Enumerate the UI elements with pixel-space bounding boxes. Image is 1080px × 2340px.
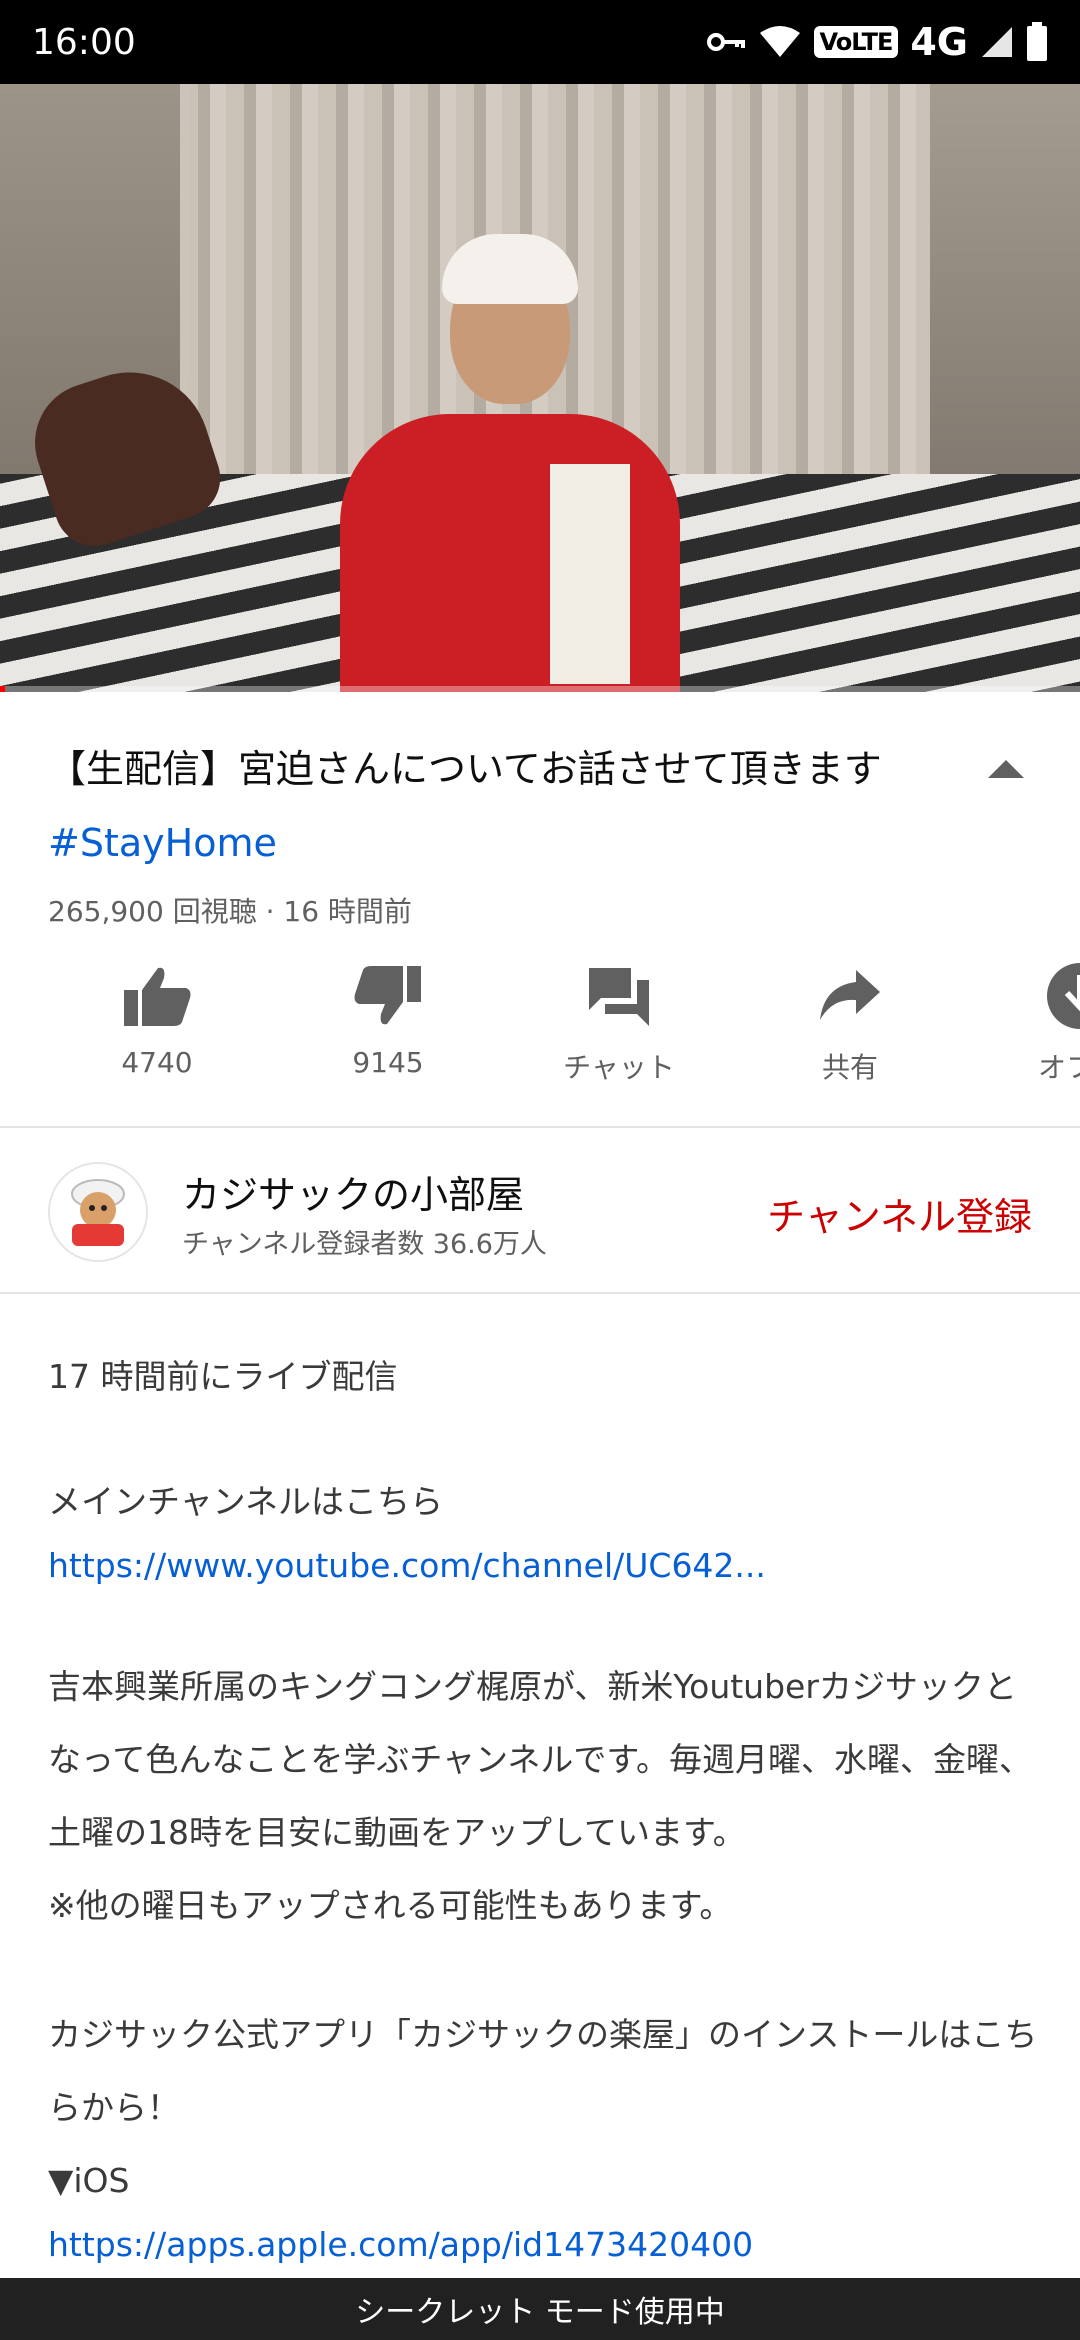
battery-icon	[1027, 22, 1047, 61]
live-stream-time: 17 時間前にライブ配信	[48, 1357, 398, 1396]
video-progress-fill	[0, 686, 6, 692]
channel-about-text: 吉本興業所属のキングコング梶原が、新米Youtuberカジサックとなって色んなこ…	[48, 1667, 1033, 1852]
main-channel-link[interactable]: https://www.youtube.com/channel/UC642...	[48, 1546, 766, 1585]
like-button[interactable]: 4740	[57, 960, 257, 1079]
chat-button[interactable]: チャット	[519, 960, 719, 1086]
divider-bottom	[0, 1292, 1080, 1294]
video-title-text: 【生配信】宮迫さんについてお話させて頂きます	[48, 747, 882, 791]
action-row: 4740 9145 チャット 共有 オフラ	[0, 960, 1080, 1100]
dislike-count: 9145	[352, 1046, 424, 1079]
main-channel-text: メインチャンネルはこちら	[48, 1482, 444, 1521]
share-button[interactable]: 共有	[750, 960, 950, 1086]
channel-name[interactable]: カジサックの小部屋	[182, 1164, 524, 1219]
dislike-button[interactable]: 9145	[288, 960, 488, 1079]
network-type: 4G	[910, 20, 968, 64]
hashtag-link[interactable]: #StayHome	[48, 821, 277, 865]
ios-label: ▼iOS	[48, 2161, 130, 2200]
subscriber-count: チャンネル登録者数 36.6万人	[182, 1229, 547, 1260]
video-player[interactable]	[0, 84, 1080, 692]
volte-badge: VoLTE	[813, 26, 899, 58]
schedule-note: ※他の曜日もアップされる可能性もあります。	[48, 1886, 733, 1925]
view-count-time: 265,900 回視聴 · 16 時間前	[48, 895, 412, 928]
app-install-text: カジサック公式アプリ「カジサックの楽屋」のインストールはこちらから！	[48, 2015, 1038, 2127]
video-description: 17 時間前にライブ配信 メインチャンネルはこちら https://www.yo…	[48, 1340, 1038, 2273]
subscribe-button[interactable]: チャンネル登録	[767, 1186, 1032, 1241]
video-progress-track[interactable]	[0, 686, 1080, 692]
ios-app-link[interactable]: https://apps.apple.com/app/id1473420400	[48, 2225, 753, 2264]
incognito-text: シークレット モード使用中	[355, 2295, 725, 2330]
status-time: 16:00	[32, 21, 136, 63]
offline-label: オフラ	[1037, 1051, 1080, 1084]
offline-button[interactable]: オフラ	[980, 960, 1080, 1086]
video-person	[330, 234, 690, 692]
share-icon	[750, 960, 950, 1032]
wifi-icon	[759, 26, 800, 57]
signal-icon	[982, 27, 1012, 57]
vpn-key-icon	[706, 33, 745, 51]
share-label: 共有	[821, 1051, 878, 1084]
thumbs-up-icon	[57, 960, 257, 1032]
thumbs-down-icon	[288, 960, 488, 1032]
like-count: 4740	[121, 1046, 193, 1079]
channel-avatar[interactable]	[48, 1162, 148, 1262]
status-icons: VoLTE 4G	[706, 20, 1048, 64]
incognito-bar[interactable]: シークレット モード使用中	[0, 2278, 1080, 2340]
video-title[interactable]: 【生配信】宮迫さんについてお話させて頂きます #StayHome	[48, 732, 968, 880]
status-bar: 16:00 VoLTE 4G	[0, 0, 1080, 84]
collapse-chevron-icon[interactable]	[986, 752, 1026, 782]
divider-top	[0, 1126, 1080, 1128]
download-icon	[980, 960, 1080, 1032]
chat-icon	[519, 960, 719, 1032]
chat-label: チャット	[563, 1051, 675, 1084]
